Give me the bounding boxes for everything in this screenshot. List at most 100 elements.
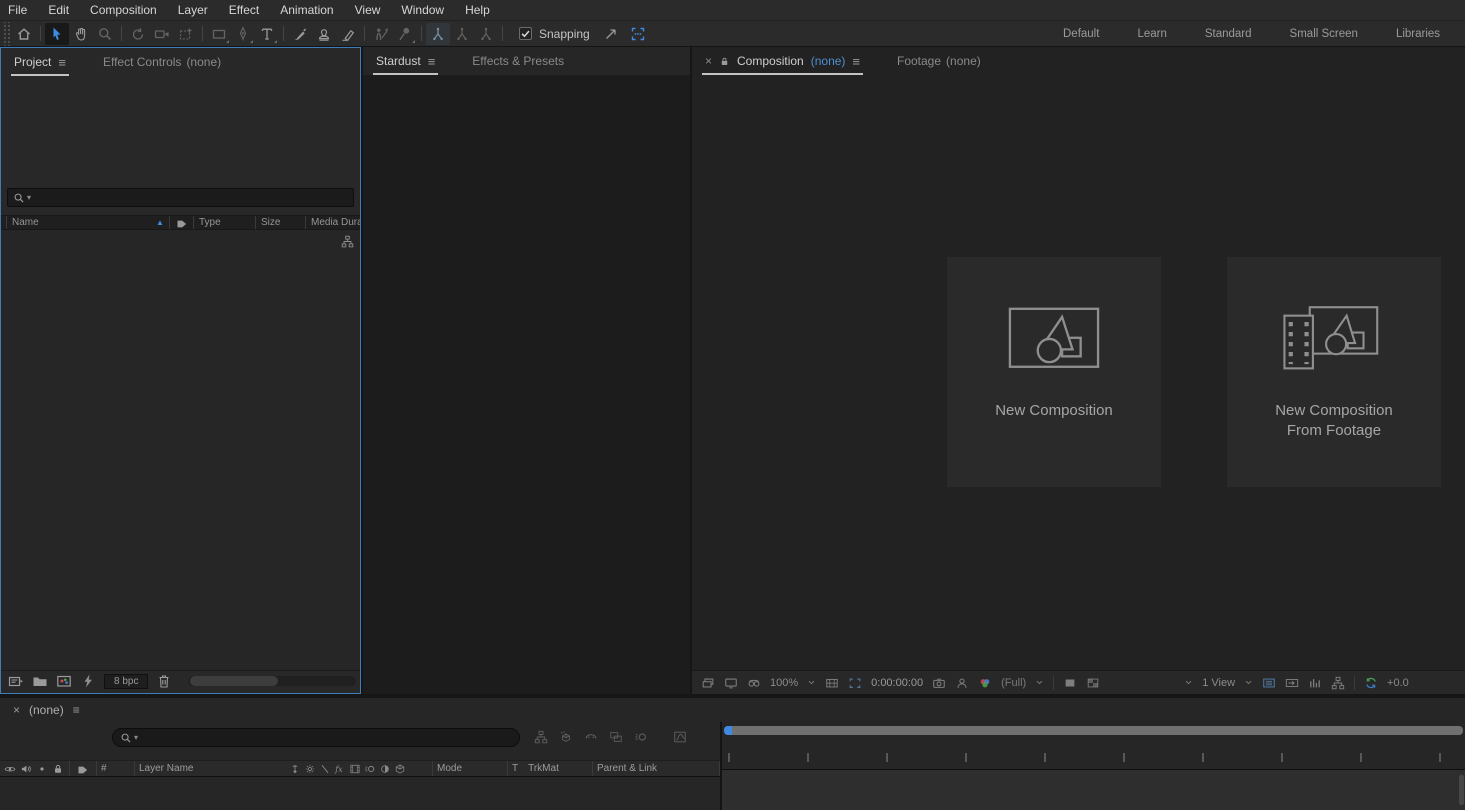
roto-brush-tool[interactable]: [369, 23, 393, 45]
parent-link-column[interactable]: Parent & Link: [593, 761, 720, 776]
exposure-value[interactable]: +0.0: [1387, 677, 1409, 689]
new-folder-icon[interactable]: [32, 673, 48, 689]
new-composition-button[interactable]: New Composition: [947, 257, 1161, 487]
render-settings-icon[interactable]: [80, 673, 96, 689]
menu-window[interactable]: Window: [401, 3, 444, 17]
show-snapshot-icon[interactable]: [955, 676, 969, 690]
close-tab-icon[interactable]: ×: [705, 54, 712, 68]
brush-tool[interactable]: [288, 23, 312, 45]
hide-shy-layers-icon[interactable]: [584, 730, 598, 744]
comp-flowchart-icon[interactable]: [1308, 676, 1322, 690]
mini-flowchart-icon[interactable]: [1331, 676, 1345, 690]
new-composition-icon[interactable]: [56, 673, 72, 689]
tab-effects-presets[interactable]: Effects & Presets: [472, 54, 564, 68]
time-navigator-bar[interactable]: [724, 726, 1463, 735]
tab-stardust[interactable]: Stardust ≡: [373, 47, 438, 75]
draft-3d-icon[interactable]: [559, 730, 573, 744]
timeline-button-icon[interactable]: [1285, 676, 1299, 690]
shrink-toolbar-icon[interactable]: [603, 26, 619, 42]
switches-column[interactable]: fx: [285, 761, 433, 776]
column-name[interactable]: Name: [6, 216, 151, 229]
project-flowchart-icon[interactable]: [341, 235, 354, 248]
trash-icon[interactable]: [156, 673, 172, 689]
camera-tool[interactable]: [150, 23, 174, 45]
type-tool[interactable]: [255, 23, 279, 45]
menu-animation[interactable]: Animation: [280, 3, 333, 17]
sort-ascending-icon[interactable]: ▲: [151, 216, 169, 229]
search-options-icon[interactable]: ▾: [27, 194, 31, 202]
panel-menu-icon[interactable]: ≡: [58, 55, 66, 70]
selection-tool[interactable]: [45, 23, 69, 45]
puppet-advanced-pin-tool[interactable]: [426, 23, 450, 45]
column-media-duration[interactable]: Media Duration: [305, 216, 360, 229]
pixel-aspect-correction-icon[interactable]: [1262, 676, 1276, 690]
column-label-color[interactable]: [169, 216, 193, 229]
snapping-checkbox[interactable]: [519, 27, 532, 40]
puppet-pin-tool[interactable]: [393, 23, 417, 45]
workspace-libraries[interactable]: Libraries: [1396, 28, 1440, 40]
workspace-small-screen[interactable]: Small Screen: [1290, 28, 1358, 40]
pen-tool[interactable]: [231, 23, 255, 45]
snap-guides-icon[interactable]: [630, 26, 646, 42]
graph-editor-icon[interactable]: [673, 730, 687, 744]
motion-blur-icon[interactable]: [634, 730, 648, 744]
view-dropdown[interactable]: [1109, 675, 1193, 690]
timeline-search[interactable]: ▾: [112, 728, 520, 747]
playhead-marker[interactable]: [724, 726, 732, 735]
bpc-button[interactable]: 8 bpc: [104, 674, 148, 689]
puppet-starch-pin-tool[interactable]: [450, 23, 474, 45]
menu-help[interactable]: Help: [465, 3, 490, 17]
rectangle-tool[interactable]: [207, 23, 231, 45]
reset-exposure-icon[interactable]: [1364, 676, 1378, 690]
view-layout-value[interactable]: 1 View: [1202, 677, 1235, 689]
trkmat-column[interactable]: T TrkMat: [508, 761, 593, 776]
menu-layer[interactable]: Layer: [178, 3, 208, 17]
av-features-column[interactable]: [0, 761, 70, 776]
index-column[interactable]: #: [97, 761, 135, 776]
menu-edit[interactable]: Edit: [48, 3, 69, 17]
layer-name-column[interactable]: Layer Name: [135, 761, 285, 776]
grid-guides-icon[interactable]: [825, 676, 839, 690]
transparency-grid-icon[interactable]: [1086, 676, 1100, 690]
timeline-search-input[interactable]: [140, 732, 512, 744]
zoom-tool[interactable]: [93, 23, 117, 45]
new-composition-from-footage-button[interactable]: New Composition From Footage: [1227, 257, 1441, 487]
timeline-tab-label[interactable]: (none): [29, 703, 64, 717]
panel-menu-icon[interactable]: ≡: [73, 703, 80, 717]
menu-effect[interactable]: Effect: [229, 3, 259, 17]
search-options-icon[interactable]: ▾: [134, 734, 138, 742]
take-snapshot-icon[interactable]: [932, 676, 946, 690]
puppet-overlap-pin-tool[interactable]: [474, 23, 498, 45]
rotation-tool[interactable]: [126, 23, 150, 45]
clone-stamp-tool[interactable]: [312, 23, 336, 45]
chevron-down-icon[interactable]: [1035, 678, 1044, 687]
column-size[interactable]: Size: [255, 216, 305, 229]
tab-project[interactable]: Project ≡: [11, 48, 69, 76]
magnification-value[interactable]: 100%: [770, 677, 798, 689]
target-region-icon[interactable]: [1063, 676, 1077, 690]
timeline-track-area[interactable]: [722, 769, 1465, 810]
workspace-default[interactable]: Default: [1063, 28, 1099, 40]
mask-visibility-icon[interactable]: [747, 676, 761, 690]
interpret-footage-icon[interactable]: [8, 673, 24, 689]
resolution-value[interactable]: (Full): [1001, 677, 1026, 689]
timeline-vertical-scrollbar[interactable]: [1459, 775, 1464, 805]
pan-behind-tool[interactable]: [174, 23, 198, 45]
close-tab-icon[interactable]: ×: [13, 703, 20, 717]
time-ruler[interactable]: [722, 736, 1465, 768]
region-of-interest-icon[interactable]: [848, 676, 862, 690]
menu-composition[interactable]: Composition: [90, 3, 157, 17]
scrollbar-thumb[interactable]: [190, 676, 278, 686]
timecode[interactable]: 0:00:00:00: [871, 677, 923, 689]
project-horizontal-scrollbar[interactable]: [188, 676, 356, 686]
home-tool[interactable]: [12, 23, 36, 45]
label-color-column[interactable]: [70, 761, 97, 776]
column-type[interactable]: Type: [193, 216, 255, 229]
project-search[interactable]: ▾: [7, 188, 354, 207]
panel-menu-icon[interactable]: ≡: [428, 54, 436, 69]
hand-tool[interactable]: [69, 23, 93, 45]
chevron-down-icon[interactable]: [1244, 678, 1253, 687]
mode-column[interactable]: Mode: [433, 761, 508, 776]
comp-mini-flowchart-icon[interactable]: [534, 730, 548, 744]
workspace-learn[interactable]: Learn: [1137, 28, 1166, 40]
